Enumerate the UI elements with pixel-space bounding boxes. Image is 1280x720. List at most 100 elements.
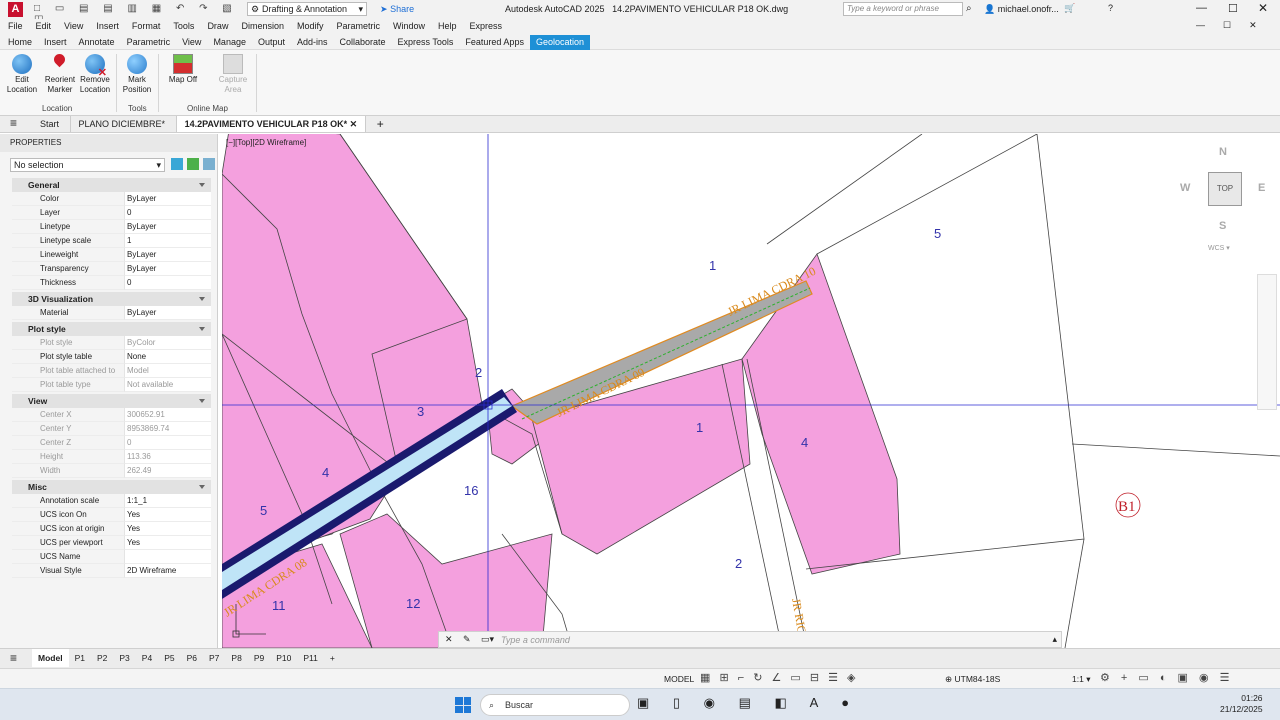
- tab-insert[interactable]: Insert: [38, 35, 73, 50]
- menu-item-draw[interactable]: Draw: [207, 21, 228, 31]
- tab-home[interactable]: Home: [2, 35, 38, 50]
- layout-tab-p5[interactable]: P5: [158, 649, 180, 667]
- search-icon[interactable]: ⌕: [966, 3, 972, 14]
- tab-featured-apps[interactable]: Featured Apps: [459, 35, 530, 50]
- tab-start[interactable]: Start: [32, 116, 67, 132]
- tab-output[interactable]: Output: [252, 35, 291, 50]
- customize-command-icon[interactable]: ✎: [463, 634, 471, 645]
- hamburger-menu-icon[interactable]: ≡: [10, 116, 17, 130]
- property-value[interactable]: None: [124, 350, 211, 364]
- section-header-3d-visualization[interactable]: 3D Visualization: [12, 292, 211, 306]
- command-expand-icon[interactable]: ▴: [1052, 634, 1057, 645]
- remove-location-button[interactable]: ✕ Remove Location: [78, 52, 112, 95]
- layout-tab-p11[interactable]: P11: [297, 649, 324, 667]
- property-value[interactable]: ByLayer: [124, 192, 211, 206]
- tab-parametric[interactable]: Parametric: [121, 35, 177, 50]
- compass-west[interactable]: W: [1180, 182, 1190, 194]
- toggle-pickadd-icon[interactable]: [171, 158, 183, 170]
- layout-tab-p7[interactable]: P7: [203, 649, 225, 667]
- menu-item-parametric[interactable]: Parametric: [337, 21, 381, 31]
- property-value[interactable]: 1: [124, 234, 211, 248]
- quick-select-icon[interactable]: [203, 158, 215, 170]
- close-button[interactable]: ✕: [1258, 1, 1268, 15]
- help-icon[interactable]: ?: [1108, 3, 1113, 13]
- tab-view[interactable]: View: [176, 35, 207, 50]
- property-value[interactable]: 2D Wireframe: [124, 564, 211, 578]
- property-value[interactable]: 0: [124, 206, 211, 220]
- menu-item-file[interactable]: File: [8, 21, 23, 31]
- menu-item-format[interactable]: Format: [132, 21, 161, 31]
- property-value[interactable]: ByLayer: [124, 248, 211, 262]
- selection-dropdown[interactable]: No selection ▾: [10, 158, 165, 172]
- property-value[interactable]: Yes: [124, 522, 211, 536]
- layout-tab-p1[interactable]: P1: [69, 649, 91, 667]
- search-input[interactable]: Type a keyword or phrase: [843, 2, 963, 16]
- property-value[interactable]: ByLayer: [124, 220, 211, 234]
- edit-location-button[interactable]: Edit Location: [5, 52, 39, 95]
- compass-east[interactable]: E: [1258, 182, 1265, 194]
- property-value[interactable]: 1:1_1: [124, 494, 211, 508]
- tab-plano-diciembre[interactable]: PLANO DICIEMBRE*: [69, 116, 174, 132]
- layout-tab-p6[interactable]: P6: [181, 649, 203, 667]
- compass-south[interactable]: S: [1219, 220, 1226, 232]
- taskbar-search[interactable]: ⌕ Buscar: [480, 694, 630, 716]
- autocad-logo-icon[interactable]: A: [8, 2, 23, 17]
- layout-tab-p10[interactable]: P10: [270, 649, 297, 667]
- taskbar-apps[interactable]: ▣ ▯ ◉ ▤ ◧ A ●: [637, 695, 859, 711]
- layout-tab-p3[interactable]: P3: [113, 649, 135, 667]
- workspace-dropdown[interactable]: ⚙ Drafting & Annotation ▾: [247, 2, 367, 16]
- status-tray-icons[interactable]: ⚙ + ▭ ◐ ▣ ◉ ☰: [1100, 671, 1234, 684]
- layout-tab-p2[interactable]: P2: [91, 649, 113, 667]
- menu-item-help[interactable]: Help: [438, 21, 457, 31]
- property-value[interactable]: ByLayer: [124, 306, 211, 320]
- property-value[interactable]: ByLayer: [124, 262, 211, 276]
- tab-annotate[interactable]: Annotate: [73, 35, 121, 50]
- viewcube[interactable]: N W E S TOP WCS ▾: [1174, 146, 1265, 256]
- property-value[interactable]: Yes: [124, 536, 211, 550]
- section-header-plot-style[interactable]: Plot style: [12, 322, 211, 336]
- clock[interactable]: 01:26 21/12/2025: [1220, 693, 1263, 715]
- menu-item-express[interactable]: Express: [470, 21, 503, 31]
- section-header-misc[interactable]: Misc: [12, 480, 211, 494]
- add-layout-button[interactable]: +: [324, 649, 341, 667]
- layout-tab-p8[interactable]: P8: [225, 649, 247, 667]
- compass-north[interactable]: N: [1219, 146, 1227, 158]
- command-line[interactable]: ✕ ✎ ▭▾ Type a command ▴: [438, 631, 1062, 648]
- select-objects-icon[interactable]: [187, 158, 199, 170]
- wcs-menu[interactable]: WCS ▾: [1208, 244, 1230, 252]
- drawing-svg[interactable]: 1 5 2 3 1 4 4 16 5 11 12 2 JR LIMA CDRA …: [222, 134, 1280, 648]
- section-header-general[interactable]: General: [12, 178, 211, 192]
- share-button[interactable]: ➤ Share: [380, 4, 414, 15]
- menu-item-insert[interactable]: Insert: [96, 21, 119, 31]
- cart-icon[interactable]: 🛒: [1064, 3, 1075, 14]
- close-tab-icon[interactable]: ✕: [350, 119, 358, 129]
- layout-tab-p9[interactable]: P9: [248, 649, 270, 667]
- section-header-view[interactable]: View: [12, 394, 211, 408]
- property-value[interactable]: Yes: [124, 508, 211, 522]
- tab-add-ins[interactable]: Add-ins: [291, 35, 334, 50]
- menu-item-dimension[interactable]: Dimension: [241, 21, 284, 31]
- maximize-button[interactable]: ☐: [1228, 2, 1238, 15]
- annotation-scale[interactable]: 1:1 ▾: [1072, 674, 1090, 685]
- document-window-controls[interactable]: —☐✕: [1196, 20, 1275, 31]
- minimize-button[interactable]: —: [1196, 2, 1207, 14]
- command-input[interactable]: Type a command: [501, 635, 570, 645]
- layout-tab-model[interactable]: Model: [32, 649, 69, 667]
- reorient-marker-button[interactable]: Reorient Marker: [43, 51, 77, 95]
- tab-geolocation[interactable]: Geolocation: [529, 35, 590, 50]
- mark-position-button[interactable]: Mark Position: [120, 52, 154, 95]
- new-tab-button[interactable]: +: [369, 116, 392, 132]
- layout-menu-icon[interactable]: ≡: [10, 651, 17, 665]
- geo-crs-indicator[interactable]: ⊕ UTM84-18S: [945, 674, 1000, 685]
- map-off-button[interactable]: Map Off: [166, 52, 200, 85]
- menu-item-window[interactable]: Window: [393, 21, 425, 31]
- property-value[interactable]: 0: [124, 276, 211, 290]
- navigation-bar[interactable]: [1257, 274, 1277, 410]
- tab-active-drawing[interactable]: 14.2PAVIMENTO VEHICULAR P18 OK* ✕: [175, 116, 367, 132]
- close-command-icon[interactable]: ✕: [445, 634, 453, 645]
- user-account[interactable]: 👤 michael.onofr...: [984, 4, 1059, 15]
- drafting-toggles[interactable]: ▦ ⊞ ⌐ ↻ ∠ ▭ ⊟ ☰ ◈: [700, 671, 859, 684]
- model-space-button[interactable]: MODEL: [664, 674, 694, 684]
- tab-express-tools[interactable]: Express Tools: [392, 35, 460, 50]
- menu-item-tools[interactable]: Tools: [173, 21, 194, 31]
